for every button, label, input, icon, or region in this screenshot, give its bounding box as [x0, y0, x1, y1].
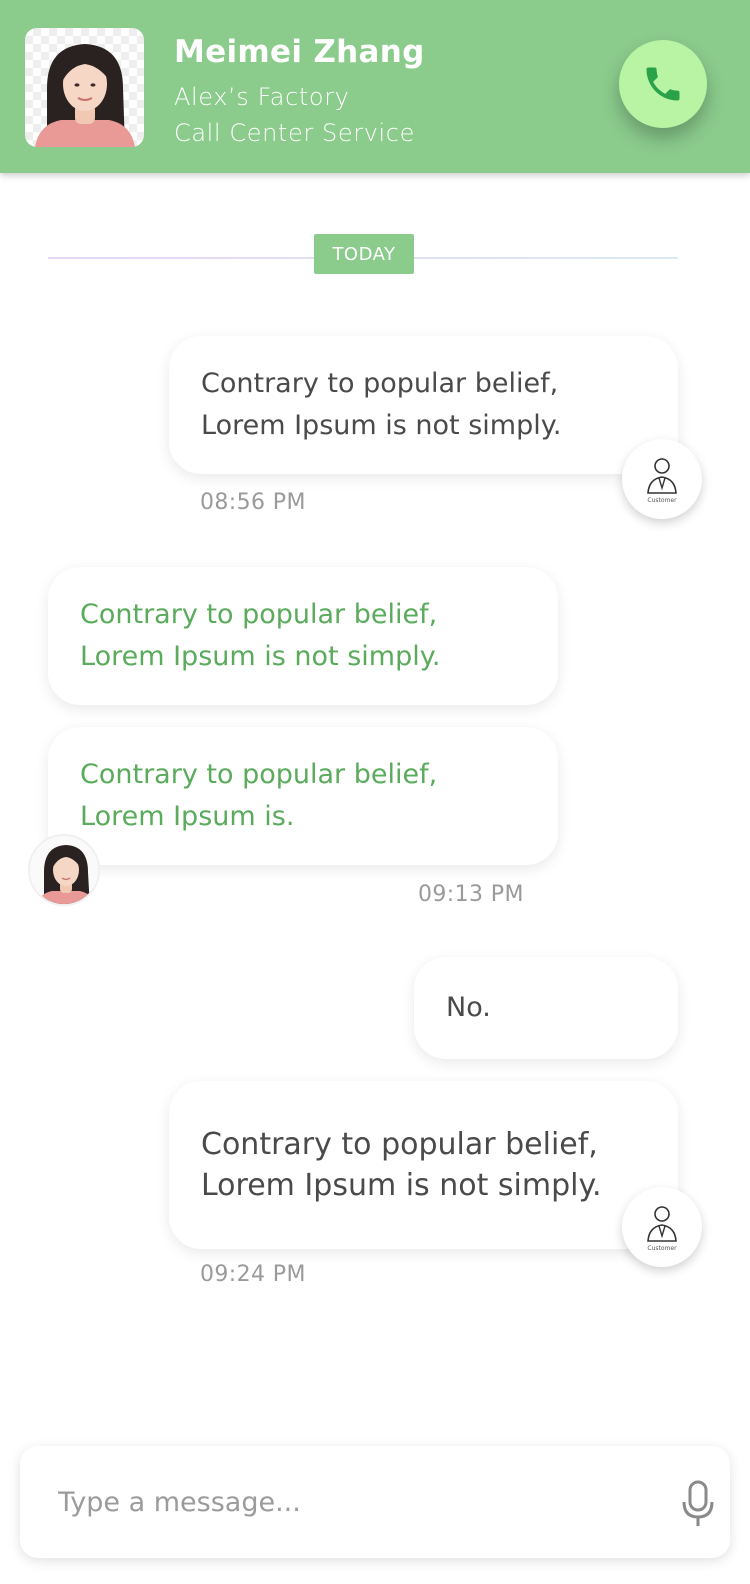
contact-name: Meimei Zhang — [174, 34, 425, 70]
message-bubble-incoming[interactable]: Contrary to popular belief, Lorem Ipsum … — [48, 567, 558, 705]
message-timestamp: 09:24 PM — [200, 1262, 306, 1287]
message-composer — [20, 1446, 730, 1558]
message-text: Contrary to popular belief, Lorem Ipsum … — [201, 1127, 602, 1203]
customer-avatar-label: Customer — [647, 496, 677, 504]
contact-department: Call Center Service — [174, 119, 415, 147]
message-bubble-outgoing[interactable]: No. — [414, 957, 678, 1059]
customer-icon — [647, 457, 677, 494]
message-text: Contrary to popular belief, Lorem Ipsum … — [80, 759, 438, 832]
message-timestamp: 08:56 PM — [200, 490, 306, 515]
customer-avatar[interactable]: Customer — [622, 439, 702, 519]
customer-icon — [647, 1205, 677, 1242]
chat-header: Meimei Zhang Alex’s Factory Call Center … — [0, 0, 750, 173]
message-timestamp: 09:13 PM — [418, 882, 524, 907]
message-bubble-incoming[interactable]: Contrary to popular belief, Lorem Ipsum … — [48, 727, 558, 865]
customer-avatar[interactable]: Customer — [622, 1187, 702, 1267]
message-input[interactable] — [58, 1474, 618, 1530]
contact-company: Alex’s Factory — [174, 83, 350, 111]
customer-avatar-label: Customer — [647, 1244, 677, 1252]
agent-avatar[interactable] — [28, 834, 100, 906]
contact-avatar[interactable] — [25, 28, 144, 147]
microphone-button[interactable] — [674, 1478, 722, 1530]
phone-icon — [646, 67, 680, 101]
message-text: Contrary to popular belief, Lorem Ipsum … — [201, 368, 562, 441]
message-bubble-outgoing[interactable]: Contrary to popular belief, Lorem Ipsum … — [169, 336, 678, 474]
person-photo-icon — [35, 44, 135, 147]
microphone-icon — [682, 1480, 714, 1526]
date-divider-label: TODAY — [314, 234, 414, 274]
message-text: Contrary to popular belief, Lorem Ipsum … — [80, 599, 441, 672]
message-bubble-outgoing[interactable]: Contrary to popular belief, Lorem Ipsum … — [169, 1081, 678, 1249]
message-text: No. — [446, 992, 491, 1023]
person-photo-icon — [30, 836, 98, 904]
chat-screen: Meimei Zhang Alex’s Factory Call Center … — [0, 0, 750, 1584]
call-button[interactable] — [619, 40, 707, 128]
